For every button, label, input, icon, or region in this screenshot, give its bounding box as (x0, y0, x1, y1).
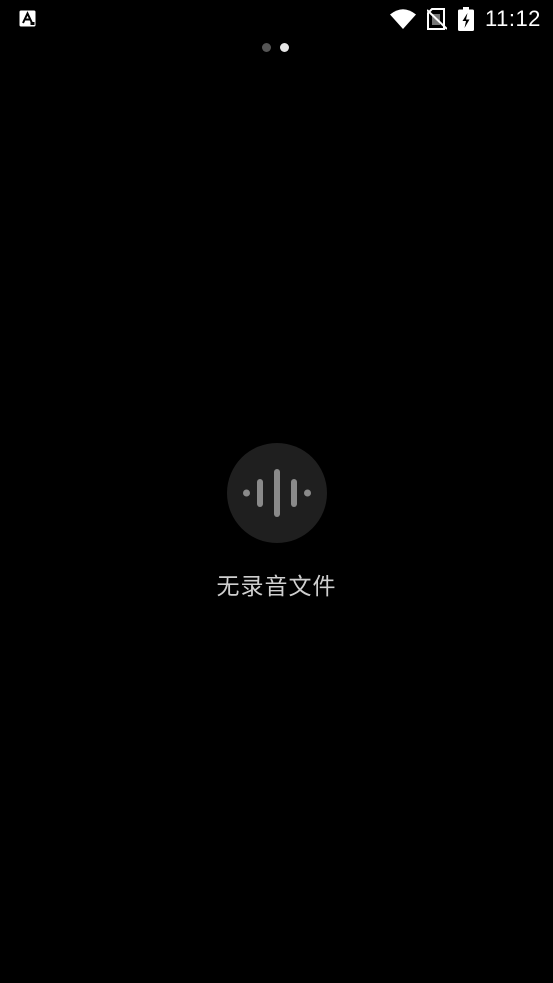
no-sim-icon (427, 8, 447, 30)
status-clock: 11:12 (485, 6, 541, 31)
waveform-icon (242, 469, 311, 517)
waveform-icon-circle (226, 443, 327, 543)
page-dot-2-active[interactable] (280, 42, 289, 52)
empty-state-message: 无录音文件 (216, 574, 337, 600)
empty-recordings-state: 无录音文件 (0, 443, 553, 601)
battery-charging-icon (458, 7, 474, 31)
status-bar: 11:12 (0, 0, 553, 38)
wifi-icon (390, 9, 416, 29)
page-dot-1[interactable] (262, 42, 271, 52)
notification-app-icon (19, 10, 36, 27)
page-indicator (262, 42, 289, 52)
